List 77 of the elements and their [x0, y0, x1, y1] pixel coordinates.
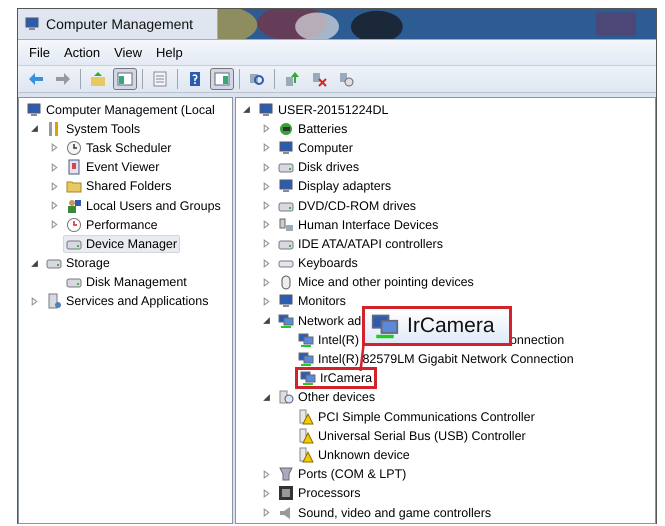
tree-item[interactable]: Network ad [275, 312, 364, 330]
forward-icon [55, 71, 71, 87]
clock-icon [66, 140, 82, 156]
menu-item[interactable]: File [24, 42, 55, 63]
device-icon [278, 216, 294, 233]
tree-item[interactable]: Processors [275, 484, 364, 502]
computer-icon [258, 102, 274, 118]
tree-item[interactable]: Monitors [275, 292, 349, 310]
tree-item[interactable]: IDE ATA/ATAPI controllers [275, 234, 446, 253]
tree-item[interactable]: Mice and other pointing devices [275, 273, 477, 292]
window-title: Computer Management [46, 16, 194, 32]
tree-item[interactable]: USER-20151224DL [255, 100, 392, 119]
unknown-device-icon [278, 389, 294, 406]
tree-item[interactable]: Storage [43, 254, 113, 272]
tree-item[interactable]: Batteries [275, 120, 350, 138]
tree-item[interactable]: DVD/CD-ROM drives [275, 196, 420, 215]
tree-item[interactable]: Human Interface Devices [275, 216, 442, 234]
computer-icon [26, 102, 42, 118]
network-icon [298, 351, 314, 368]
warning-icon [298, 446, 314, 463]
tree-item-text: onnection [510, 332, 564, 347]
toolbar-button[interactable] [113, 68, 137, 90]
log-icon [66, 159, 82, 176]
expand-arrow-icon[interactable] [30, 258, 39, 268]
monitor-icon [278, 178, 294, 194]
back-icon [28, 71, 44, 87]
users-icon [66, 198, 82, 214]
toolbar-button[interactable] [210, 68, 234, 90]
tree-item[interactable]: Task Scheduler [63, 138, 174, 157]
port-icon [278, 466, 294, 482]
network-icon [300, 370, 316, 386]
expand-arrow-icon[interactable] [242, 105, 251, 114]
menu-item[interactable]: View [109, 42, 148, 63]
tree-item[interactable]: IrCamera [295, 367, 378, 390]
tree-item[interactable]: Intel(R) [295, 330, 362, 349]
tree-item[interactable]: Performance [63, 216, 161, 234]
network-icon [278, 312, 294, 329]
monitor-icon [278, 140, 294, 156]
computer-icon [24, 16, 40, 32]
expand-arrow-icon[interactable] [262, 392, 271, 402]
tree-item[interactable]: Keyboards [275, 254, 361, 272]
chip-icon [278, 485, 294, 502]
tree-pane-icon [117, 71, 133, 87]
server-icon [46, 293, 62, 310]
warning-icon [298, 408, 314, 425]
list-icon [152, 71, 168, 87]
tree-item[interactable]: Shared Folders [63, 177, 174, 196]
menu-item[interactable]: Action [58, 42, 106, 63]
tree-item[interactable]: Disk Management [63, 273, 190, 292]
tree-item[interactable]: PCI Simple Communications Controller [295, 408, 538, 426]
menu-item[interactable]: Help [151, 42, 188, 63]
tree-item[interactable]: Computer Management (Local [23, 100, 218, 119]
tree-item[interactable]: Local Users and Groups [63, 196, 224, 215]
tree-item[interactable]: Universal Serial Bus (USB) Controller [295, 426, 529, 445]
tree-item[interactable]: Unknown device [295, 446, 413, 464]
network-icon [371, 312, 399, 340]
expand-arrow-icon[interactable] [262, 316, 271, 326]
expand-arrow-icon[interactable] [30, 124, 39, 134]
warning-icon [298, 428, 314, 444]
tree-item[interactable]: Display adapters [275, 177, 394, 196]
tree-item[interactable]: Ports (COM & LPT) [275, 465, 410, 484]
tree-item[interactable]: Computer [275, 138, 356, 157]
help-icon [187, 71, 203, 87]
tree-item[interactable]: Device Manager [63, 234, 180, 253]
callout-label: IrCamera [407, 314, 495, 338]
network-icon [298, 332, 314, 348]
tree-item[interactable]: Intel(R) 82579LM Gigabit Network Connection [295, 350, 577, 368]
folder-up-icon [90, 71, 106, 87]
tree-item[interactable]: Event Viewer [63, 158, 162, 176]
tree-item[interactable]: System Tools [43, 120, 144, 138]
tree-item[interactable]: Services and Applications [43, 292, 212, 310]
tree-item[interactable]: Sound, video and game controllers [275, 504, 494, 522]
tree-item[interactable]: Disk drives [275, 158, 362, 176]
gauge-icon [66, 216, 82, 233]
tree-item[interactable]: Other devices [275, 388, 378, 406]
action-pane-icon [214, 71, 230, 87]
monitor-icon [278, 293, 294, 310]
